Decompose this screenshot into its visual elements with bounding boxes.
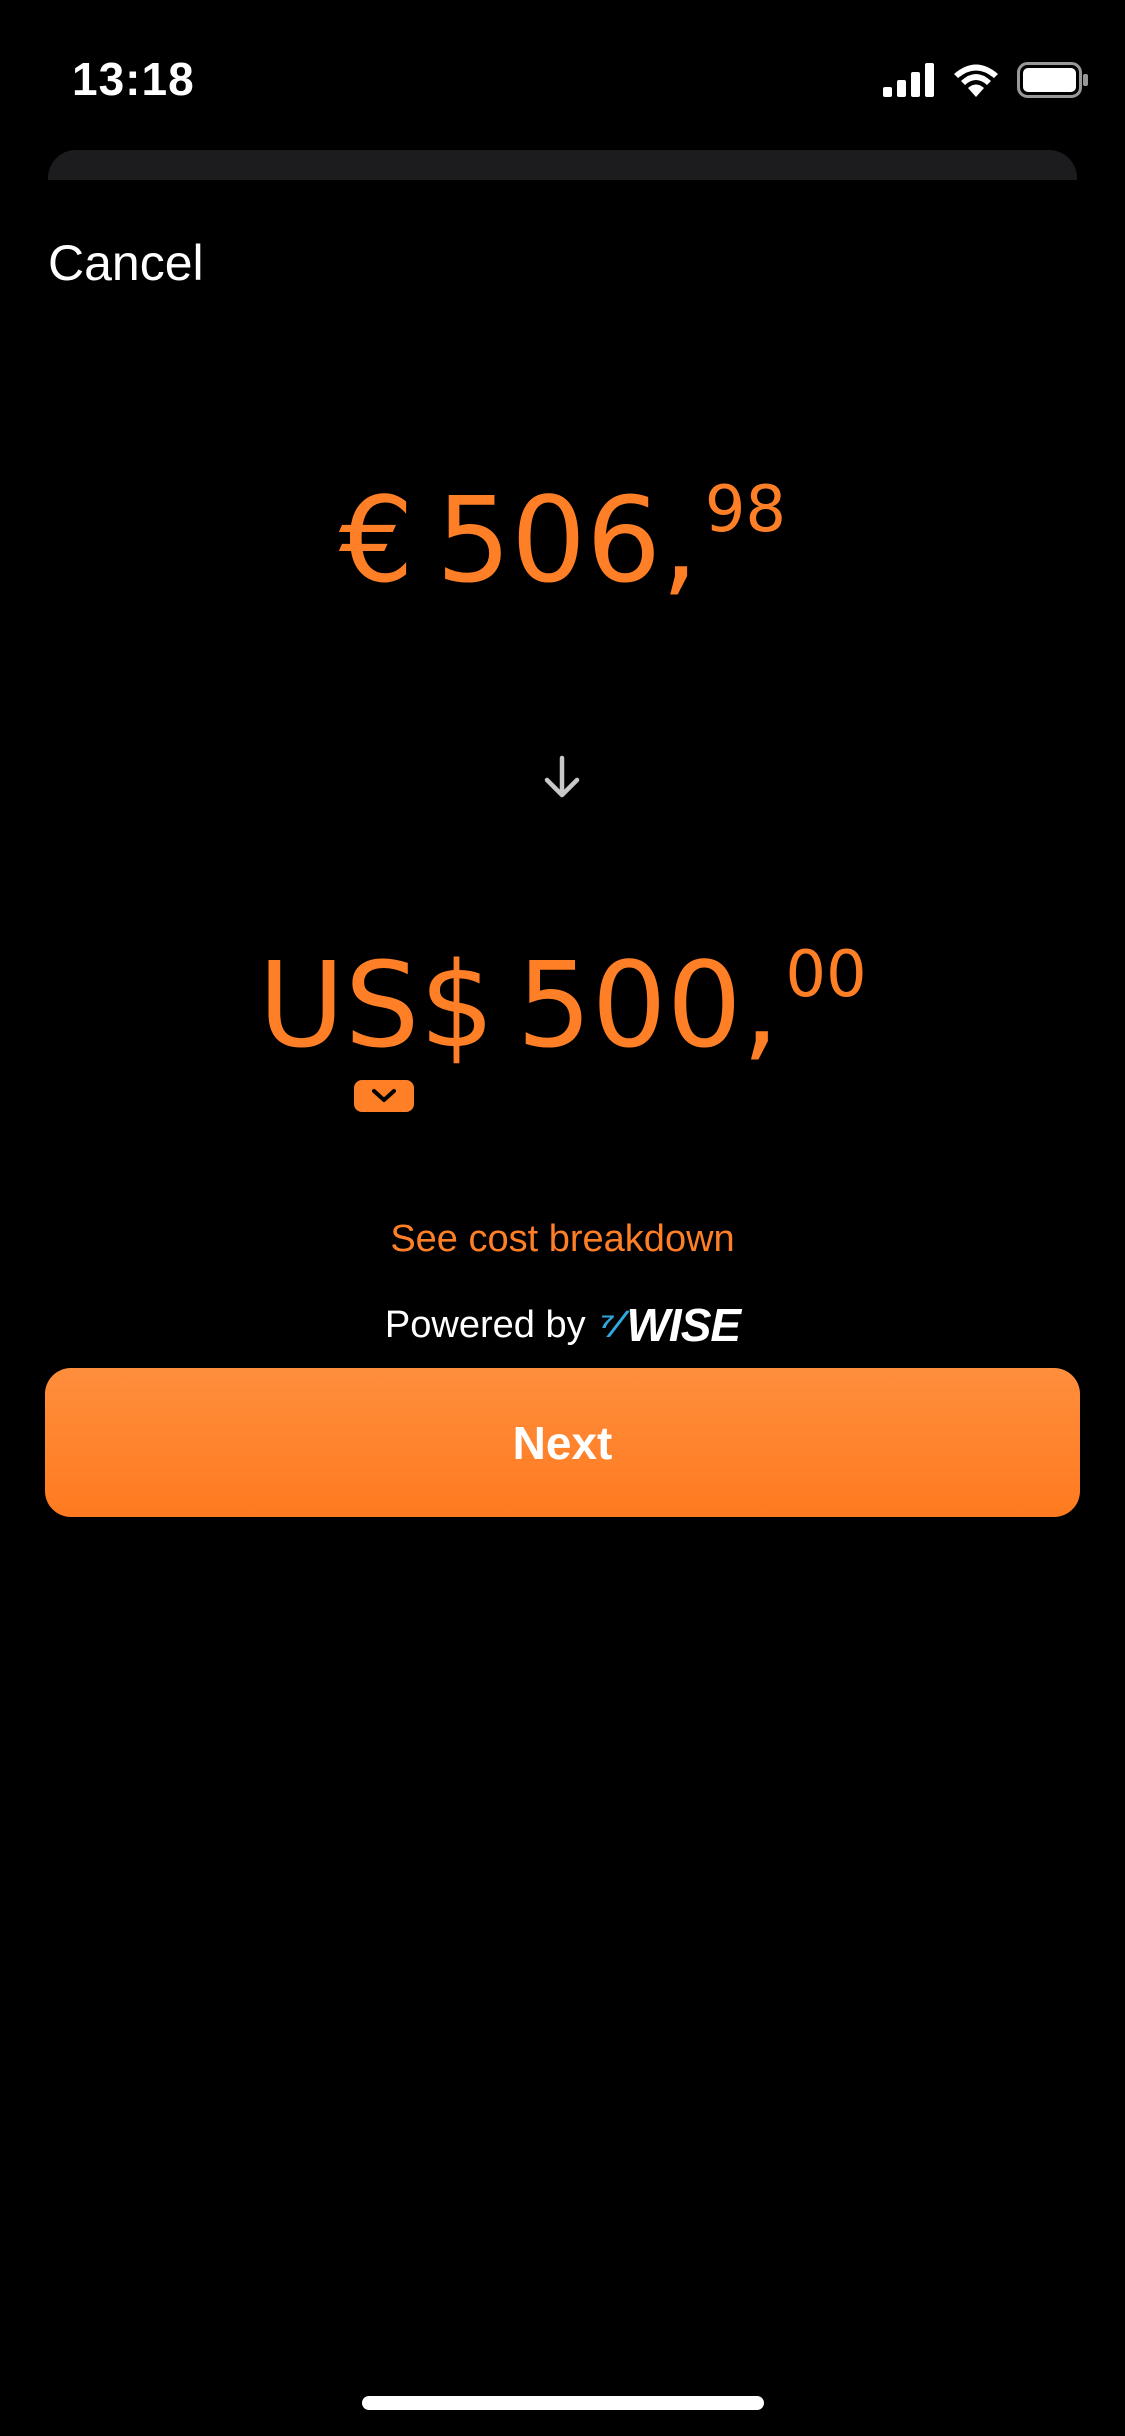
- receive-amount-major: 500,: [516, 936, 780, 1074]
- home-indicator[interactable]: [362, 2396, 764, 2410]
- send-amount-minor: 98: [704, 473, 787, 547]
- status-bar: 13:18: [0, 0, 1125, 150]
- receive-amount[interactable]: US$ 500, 00: [0, 935, 1125, 1075]
- send-amount-major: 506,: [435, 471, 699, 609]
- chevron-down-icon: [372, 1089, 396, 1102]
- wise-logo: ⁷⁄ WISE: [599, 1298, 742, 1352]
- arrow-down-icon: [544, 755, 580, 798]
- battery-icon: [1017, 62, 1088, 98]
- send-currency-symbol: €: [338, 471, 414, 609]
- cancel-button[interactable]: Cancel: [48, 234, 204, 292]
- receive-currency-symbol: US$: [258, 936, 495, 1074]
- next-button[interactable]: Next: [45, 1368, 1080, 1517]
- currency-select-button[interactable]: [354, 1080, 414, 1112]
- powered-by-label: Powered by: [384, 1303, 586, 1346]
- send-amount[interactable]: € 506, 98: [0, 470, 1125, 610]
- cost-breakdown-link[interactable]: See cost breakdown: [0, 1218, 1125, 1261]
- cellular-signal-icon: [883, 63, 934, 97]
- sheet-edge: [48, 150, 1077, 180]
- wise-wordmark: WISE: [626, 1299, 742, 1351]
- receive-amount-minor: 00: [785, 938, 867, 1012]
- status-icons: [883, 62, 1089, 98]
- powered-by: Powered by ⁷⁄ WISE: [0, 1298, 1125, 1352]
- wise-flag-icon: ⁷⁄: [599, 1303, 621, 1346]
- status-time: 13:18: [72, 53, 195, 105]
- wifi-icon: [954, 64, 998, 97]
